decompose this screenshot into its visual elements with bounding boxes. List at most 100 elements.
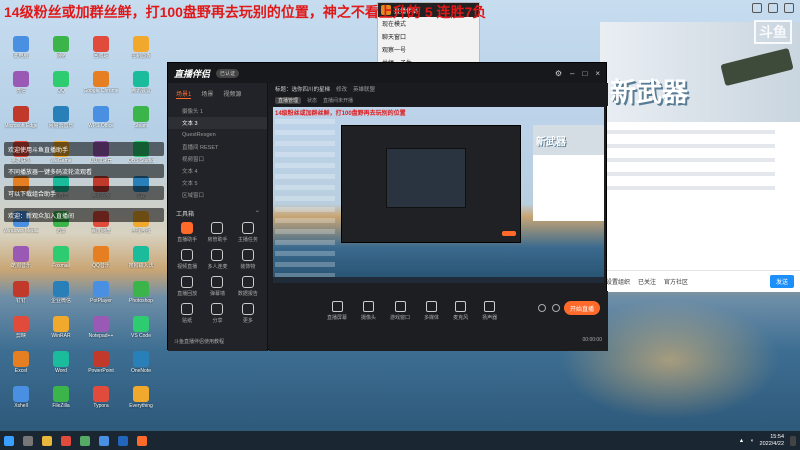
desktop-icon[interactable]: Google Chrome — [82, 71, 120, 105]
desktop-icon[interactable]: 微信 — [2, 71, 40, 105]
file-explorer-icon[interactable] — [42, 435, 52, 446]
desktop-icon[interactable]: Microsoft Edge — [2, 106, 40, 140]
tool-item[interactable]: 更多 — [233, 303, 263, 324]
tool-item[interactable]: 主播任务 — [233, 222, 263, 243]
desktop-icon[interactable]: 搜狗输入法 — [122, 246, 160, 280]
desktop-icon[interactable]: PotPlayer — [82, 281, 120, 315]
desktop-icon[interactable]: Xshell — [2, 386, 40, 420]
desktop-icon[interactable]: VS Code — [122, 316, 160, 350]
desktop-icon[interactable]: 网易云音乐 — [42, 106, 80, 140]
tool-item[interactable]: 直播助手 — [172, 222, 202, 243]
scene-item[interactable]: 文本 4 — [168, 165, 267, 177]
tab-scene[interactable]: 场景 — [201, 89, 213, 99]
record-icon[interactable] — [538, 304, 546, 312]
tool-item[interactable]: 弹幕墙 — [202, 276, 232, 297]
tool-icon — [241, 276, 254, 288]
maximize-icon[interactable]: □ — [582, 69, 587, 78]
desktop-icon[interactable]: QQ音乐 — [82, 246, 120, 280]
control-button[interactable]: 多媒体 — [424, 301, 439, 321]
app-icon[interactable] — [80, 435, 90, 446]
desktop-icon[interactable]: OneNote — [122, 351, 160, 385]
desktop-icon[interactable]: 控制面板 — [122, 36, 160, 70]
scene-item[interactable]: 文本 3 — [168, 117, 267, 129]
desktop-icon[interactable]: 网络 — [42, 36, 80, 70]
footer-link[interactable]: 设置组织 — [606, 277, 630, 286]
control-button[interactable]: 直播屏幕 — [327, 301, 347, 321]
search-icon[interactable] — [23, 435, 33, 446]
scene-item[interactable]: 摄像头 1 — [168, 105, 267, 117]
control-button[interactable]: 扬声器 — [482, 301, 497, 321]
category-select[interactable]: 英雄联盟 — [353, 85, 375, 93]
settings-icon[interactable] — [552, 304, 560, 312]
desktop-icon-label: QQ音乐 — [92, 263, 110, 269]
popup-row[interactable]: 聊天窗口 — [378, 30, 479, 43]
chrome-icon[interactable] — [61, 435, 71, 446]
desktop-icon[interactable]: QQ — [42, 71, 80, 105]
settings-icon[interactable]: ⚙ — [555, 69, 562, 78]
desktop-icon[interactable]: 企业微信 — [42, 281, 80, 315]
desktop-icon[interactable]: Notepad++ — [82, 316, 120, 350]
volume-icon[interactable]: ◖ — [750, 438, 753, 444]
clock[interactable]: 15:54 2022/4/22 — [760, 434, 784, 448]
edge-icon[interactable] — [99, 435, 109, 446]
window-icon[interactable] — [768, 3, 778, 13]
app-icon[interactable] — [118, 435, 128, 446]
tool-item[interactable]: 多人连麦 — [202, 249, 232, 270]
desktop-icon[interactable]: Typora — [82, 386, 120, 420]
app-icon — [13, 71, 29, 87]
desktop-icon[interactable]: Excel — [2, 351, 40, 385]
windows-start-icon[interactable] — [4, 435, 14, 446]
scene-item[interactable]: QuestResgen — [168, 129, 267, 141]
desktop-icon[interactable]: Foxmail — [42, 246, 80, 280]
close-icon[interactable]: × — [595, 69, 600, 78]
tool-item[interactable]: 房管助手 — [202, 222, 232, 243]
tool-item[interactable]: 数据报告 — [233, 276, 263, 297]
desktop-icon[interactable]: 钉钉 — [2, 281, 40, 315]
scene-item[interactable]: 文本 5 — [168, 177, 267, 189]
stream-app-icon[interactable] — [137, 435, 147, 446]
send-button[interactable]: 发送 — [769, 275, 794, 288]
tool-item[interactable]: 分享 — [202, 303, 232, 324]
desktop-icon[interactable]: 腾讯会议 — [122, 71, 160, 105]
edit-title-button[interactable]: 修改 — [336, 85, 347, 93]
window-icon[interactable] — [784, 3, 794, 13]
control-button[interactable]: 摄像头 — [361, 301, 376, 321]
footer-link[interactable]: 已关注 — [638, 277, 656, 286]
desktop-icon[interactable]: Word — [42, 351, 80, 385]
control-button[interactable]: 游戏窗口 — [390, 301, 410, 321]
desktop-icon[interactable]: WinRAR — [42, 316, 80, 350]
desktop-icon[interactable]: FileZilla — [42, 386, 80, 420]
tool-item[interactable]: 直播回放 — [172, 276, 202, 297]
desktop-icon[interactable]: 剪映 — [2, 316, 40, 350]
control-button[interactable]: 麦克风 — [453, 301, 468, 321]
desktop-icon[interactable]: WPS Office — [82, 106, 120, 140]
collapse-icon[interactable]: − — [255, 209, 259, 218]
desktop-icon[interactable]: 此电脑 — [2, 36, 40, 70]
streaming-app-window[interactable]: 直播伴侣 已认证 ⚙ – □ × 场景1 场景 视频源 摄像头 1 文本 3 Que… — [167, 62, 608, 351]
footer-link[interactable]: 官方社区 — [664, 277, 688, 286]
scene-item[interactable]: 直播间 RESET — [168, 141, 267, 153]
popup-row[interactable]: 观察一号 — [378, 43, 479, 56]
window-icon[interactable] — [752, 3, 762, 13]
tab-video-source[interactable]: 视频源 — [223, 89, 241, 99]
network-icon[interactable]: ▲ — [739, 438, 744, 444]
tool-item[interactable]: 装饰物 — [233, 249, 263, 270]
scene-item[interactable]: 视频窗口 — [168, 153, 267, 165]
desktop-icon[interactable]: Steam — [122, 106, 160, 140]
notification-icon[interactable] — [790, 435, 796, 446]
browser-window[interactable]: 新武器 设置组织 已关注 官方社区 发送 — [600, 22, 800, 292]
tool-item[interactable]: 贴纸 — [172, 303, 202, 324]
desktop-icon[interactable]: Everything — [122, 386, 160, 420]
minimize-icon[interactable]: – — [570, 69, 574, 78]
desktop-icon[interactable]: Photoshop — [122, 281, 160, 315]
tool-item[interactable]: 视频直播 — [172, 249, 202, 270]
stream-preview[interactable]: 14级粉丝或加群丝鲜，打100盘野再去玩别的位置 新武器 — [273, 107, 604, 283]
desktop-icon[interactable]: 酷狗音乐 — [2, 246, 40, 280]
desktop-icon[interactable]: PowerPoint — [82, 351, 120, 385]
scene-item[interactable]: 区域窗口 — [168, 189, 267, 201]
tutorial-link[interactable]: 斗鱼直播伴侣使用教程 — [174, 338, 224, 345]
desktop-icon[interactable]: 回收站 — [82, 36, 120, 70]
tab-scene1[interactable]: 场景1 — [176, 89, 192, 99]
stream-manage-button[interactable]: 直播管理 — [275, 97, 302, 104]
go-live-button[interactable]: 开始直播 — [564, 301, 600, 315]
